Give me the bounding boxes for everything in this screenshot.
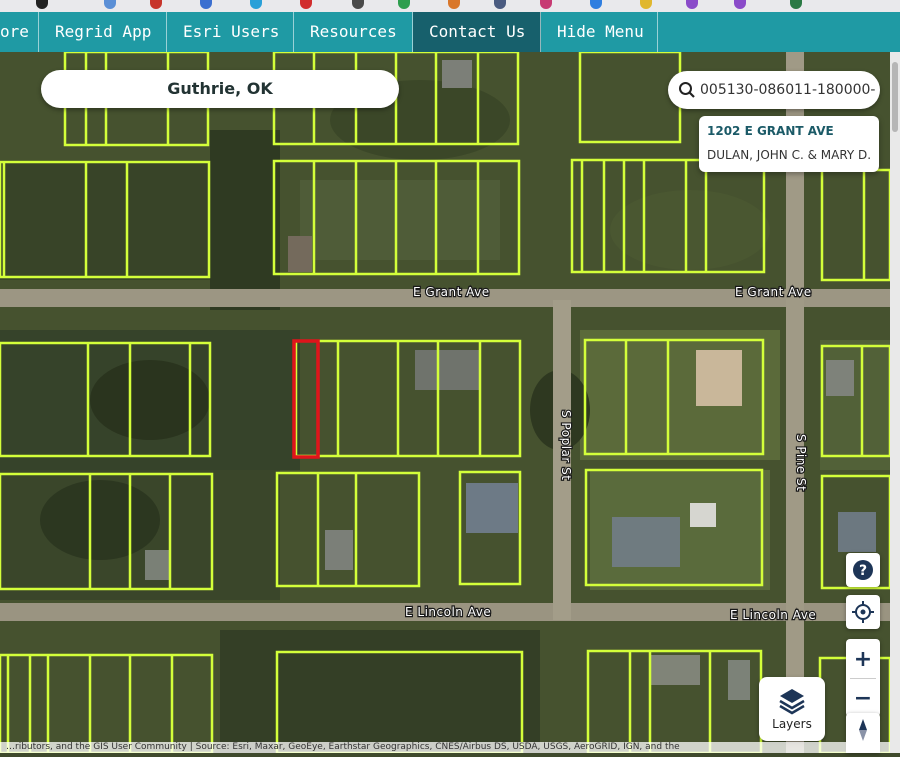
zoom-in-button[interactable]: + — [846, 639, 880, 677]
nav-item-esri-users[interactable]: Esri Users — [167, 12, 294, 52]
bookmark-icon[interactable] — [300, 0, 312, 9]
bookmark-icon[interactable] — [104, 0, 116, 9]
bookmark-icon[interactable] — [640, 0, 652, 9]
road-label-lincoln-west: E Lincoln Ave — [405, 605, 491, 619]
bookmark-icon[interactable] — [686, 0, 698, 9]
city-label: Guthrie, OK — [41, 70, 399, 108]
search-icon[interactable] — [678, 81, 696, 99]
bookmark-icon[interactable] — [36, 0, 48, 9]
zoom-out-icon: − — [854, 686, 872, 711]
help-icon: ? — [853, 560, 873, 580]
road-label-poplar: S Poplar St — [559, 410, 573, 480]
zoom-out-button[interactable]: − — [846, 679, 880, 717]
road-label-grant-west: E Grant Ave — [413, 285, 490, 299]
map-attribution: …ributors, and the GIS User Community | … — [0, 742, 890, 753]
bookmark-icon[interactable] — [494, 0, 506, 9]
help-button[interactable]: ? — [846, 553, 880, 587]
road-label-lincoln-east: E Lincoln Ave — [730, 608, 816, 622]
bookmark-icon[interactable] — [200, 0, 212, 9]
zoom-in-icon: + — [854, 647, 872, 672]
bookmark-icon[interactable] — [790, 0, 802, 9]
bookmark-icon[interactable] — [590, 0, 602, 9]
bookmark-icon[interactable] — [734, 0, 746, 9]
layers-icon — [779, 689, 805, 715]
bookmark-icon[interactable] — [150, 0, 162, 9]
locate-icon — [852, 601, 874, 623]
bookmark-icon[interactable] — [540, 0, 552, 9]
road-label-pine: S Pine St — [794, 434, 808, 491]
nav-item-hide-menu[interactable]: Hide Menu — [541, 12, 658, 52]
parcel-popup[interactable]: 1202 E GRANT AVE DULAN, JOHN C. & MARY D… — [699, 116, 879, 172]
bookmark-icon[interactable] — [398, 0, 410, 9]
zoom-controls: + − — [846, 639, 880, 717]
bookmark-icon[interactable] — [250, 0, 262, 9]
road-label-grant-east: E Grant Ave — [735, 285, 812, 299]
bookmark-icon[interactable] — [352, 0, 364, 9]
parcel-search-input[interactable]: 005130-086011-180000- — [668, 71, 880, 109]
site-nav: ore Regrid App Esri Users Resources Cont… — [0, 12, 900, 52]
nav-item-regrid-app[interactable]: Regrid App — [39, 12, 167, 52]
parcel-address[interactable]: 1202 E GRANT AVE — [707, 124, 834, 138]
parcel-owner: DULAN, JOHN C. & MARY D. — [707, 148, 872, 162]
layers-button[interactable]: Layers — [759, 677, 825, 741]
bookmark-icon[interactable] — [448, 0, 460, 9]
search-value[interactable]: 005130-086011-180000- — [700, 71, 876, 109]
nav-item-contact-us[interactable]: Contact Us — [413, 12, 541, 52]
scrollbar[interactable] — [890, 52, 900, 753]
nav-item-resources[interactable]: Resources — [294, 12, 413, 52]
locate-button[interactable] — [846, 595, 880, 629]
svg-text:?: ? — [859, 563, 867, 579]
scrollbar-thumb[interactable] — [892, 62, 898, 132]
nav-item-explore[interactable]: ore — [0, 12, 39, 52]
layers-label: Layers — [772, 717, 812, 731]
